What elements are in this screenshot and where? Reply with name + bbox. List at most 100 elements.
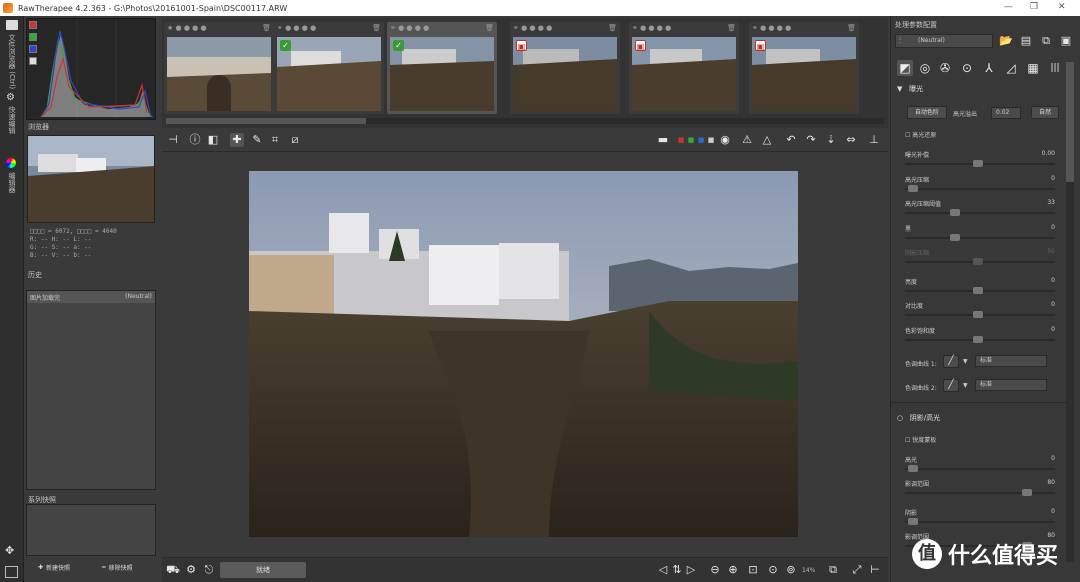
save-profile-icon[interactable]: ▤: [1019, 34, 1033, 48]
param-value[interactable]: 80: [1047, 479, 1055, 486]
zoom-out-icon[interactable]: ⊖: [708, 563, 722, 577]
straighten-icon[interactable]: ⧄: [288, 133, 302, 147]
batch-queue-icon[interactable]: ⛟: [166, 563, 180, 577]
tab-advanced-icon[interactable]: ⅄: [981, 60, 997, 76]
trash-icon[interactable]: 🗑: [485, 24, 494, 34]
highlight-clip-icon[interactable]: △: [760, 133, 774, 147]
clip-input[interactable]: 0.02: [991, 107, 1021, 119]
tab-exposure-icon[interactable]: ◩: [897, 60, 913, 76]
info-icon[interactable]: ⓘ: [188, 133, 202, 147]
lum-preview-icon[interactable]: ■: [704, 133, 718, 147]
param-value[interactable]: 0: [1051, 224, 1055, 231]
sharp-mask-checkbox[interactable]: ☐ 锐度蒙板: [905, 435, 936, 444]
hl-range-slider[interactable]: [905, 489, 1055, 496]
copy-profile-icon[interactable]: ⧉: [1039, 34, 1053, 48]
thumbnail-5[interactable]: ⚭ ● ● ● ● 🗑 ▣: [629, 22, 739, 114]
trash-icon[interactable]: 🗑: [727, 24, 736, 34]
history-row[interactable]: 图片加载完 (Neutral): [27, 291, 155, 303]
preview-mode-icon[interactable]: ▬: [656, 133, 670, 147]
thumbnail-1[interactable]: ★ ● ● ● ● 🗑: [164, 22, 274, 114]
tab-raw-icon[interactable]: ▦: [1025, 60, 1041, 76]
param-value[interactable]: 33: [1047, 199, 1055, 206]
navigator-preview[interactable]: [27, 135, 155, 223]
profile-select[interactable]: (Neutral): [895, 34, 993, 48]
chevron-down-icon[interactable]: ▼: [963, 382, 968, 389]
param-value[interactable]: 0: [1051, 508, 1055, 515]
trash-icon[interactable]: 🗑: [847, 24, 856, 34]
slider-knob[interactable]: [972, 287, 983, 294]
tool-panel-scrollbar[interactable]: [1066, 62, 1074, 562]
minimize-icon[interactable]: —: [1004, 2, 1013, 12]
slider-knob[interactable]: [950, 234, 960, 241]
open-profile-icon[interactable]: 📂: [999, 34, 1013, 48]
collapse-panel-icon[interactable]: ⊢: [868, 563, 882, 577]
green-channel-toggle[interactable]: [29, 33, 37, 41]
trash-icon[interactable]: 🗑: [262, 24, 271, 34]
tab-editor[interactable]: 编辑器: [7, 172, 17, 193]
param-value[interactable]: 0: [1051, 326, 1055, 333]
tab-wavelet-icon[interactable]: ⊙: [959, 60, 975, 76]
flip-horizontal-icon[interactable]: ⇔: [844, 133, 858, 147]
batch-gear-icon[interactable]: ⚙: [184, 563, 198, 577]
send-to-editor-icon[interactable]: ⎋: [202, 563, 216, 577]
filmstrip-scrollbar[interactable]: [166, 118, 884, 124]
curve1-mode-select[interactable]: 标准: [975, 355, 1047, 367]
thumbnail-3[interactable]: ⚭ ● ● ● ● 🗑 ✓: [387, 22, 497, 114]
previous-image-icon[interactable]: ◁: [656, 563, 670, 577]
remove-snapshot-button[interactable]: ━ 移除快照: [102, 560, 133, 574]
paste-profile-icon[interactable]: ▣: [1059, 34, 1073, 48]
hand-tool-icon[interactable]: ✚: [230, 133, 244, 147]
sync-icon[interactable]: ⇅: [670, 563, 684, 577]
layout-icon[interactable]: [5, 566, 18, 578]
crop-icon[interactable]: ⌗: [268, 133, 282, 147]
curve2-icon[interactable]: ╱: [943, 379, 959, 392]
tab-file-browser[interactable]: 文件浏览器 (Ctrl): [7, 34, 17, 89]
collapse-right-icon[interactable]: ⊥: [867, 133, 881, 147]
slider-knob[interactable]: [972, 336, 983, 343]
rotate-left-icon[interactable]: ↶: [784, 133, 798, 147]
close-icon[interactable]: ✕: [1058, 2, 1066, 12]
before-after-icon[interactable]: ◧: [206, 133, 220, 147]
zoom-crop-icon[interactable]: ⊚: [784, 563, 798, 577]
auto-levels-button[interactable]: 自动色阶: [907, 106, 947, 119]
hl-recovery-checkbox[interactable]: ☐ 高光还原: [905, 130, 936, 139]
folder-icon[interactable]: [6, 20, 18, 30]
next-image-icon[interactable]: ▷: [684, 563, 698, 577]
luminance-toggle[interactable]: [29, 57, 37, 65]
shadows-header[interactable]: ○ 阴影/高光: [897, 413, 940, 423]
thumbnail-4[interactable]: ⚭ ● ● ● ● 🗑 ▣: [510, 22, 620, 114]
exposure-slider[interactable]: [905, 160, 1055, 167]
tab-color-icon[interactable]: ✇: [937, 60, 953, 76]
exposure-header[interactable]: ▼ 曝光: [897, 84, 923, 94]
trash-icon[interactable]: 🗑: [608, 24, 617, 34]
maximize-icon[interactable]: ❐: [1030, 2, 1038, 12]
thumbnail-2[interactable]: ⚭ ● ● ● ● 🗑 ✓: [274, 22, 384, 114]
slider-knob[interactable]: [950, 209, 960, 216]
highlights-slider[interactable]: [905, 465, 1055, 472]
trash-icon[interactable]: 🗑: [372, 24, 381, 34]
move-icon[interactable]: ✥: [5, 544, 14, 557]
color-wheel-icon[interactable]: [6, 158, 16, 168]
tab-metadata-icon[interactable]: |||: [1047, 60, 1063, 76]
slider-knob[interactable]: [908, 518, 918, 525]
shadow-clip-icon[interactable]: ⚠: [740, 133, 754, 147]
brightness-slider[interactable]: [905, 287, 1055, 294]
slider-knob[interactable]: [908, 185, 918, 192]
curve1-icon[interactable]: ╱: [943, 355, 959, 368]
param-value[interactable]: 0: [1051, 277, 1055, 284]
slider-knob[interactable]: [972, 160, 983, 167]
flip-vertical-icon[interactable]: ⇣: [824, 133, 838, 147]
shadows-slider[interactable]: [905, 518, 1055, 525]
blue-channel-toggle[interactable]: [29, 45, 37, 53]
red-channel-toggle[interactable]: [29, 21, 37, 29]
curve2-mode-select[interactable]: 标准: [975, 379, 1047, 391]
zoom-in-icon[interactable]: ⊕: [726, 563, 740, 577]
picker-icon[interactable]: ✎: [250, 133, 264, 147]
gear-icon[interactable]: ⚙: [6, 92, 15, 103]
add-snapshot-button[interactable]: ✚ 新建快照: [38, 560, 70, 574]
slider-knob[interactable]: [908, 465, 918, 472]
param-value[interactable]: 0.00: [1042, 150, 1055, 157]
param-value[interactable]: 0: [1051, 455, 1055, 462]
contrast-slider[interactable]: [905, 311, 1055, 318]
slider-knob[interactable]: [972, 311, 983, 318]
